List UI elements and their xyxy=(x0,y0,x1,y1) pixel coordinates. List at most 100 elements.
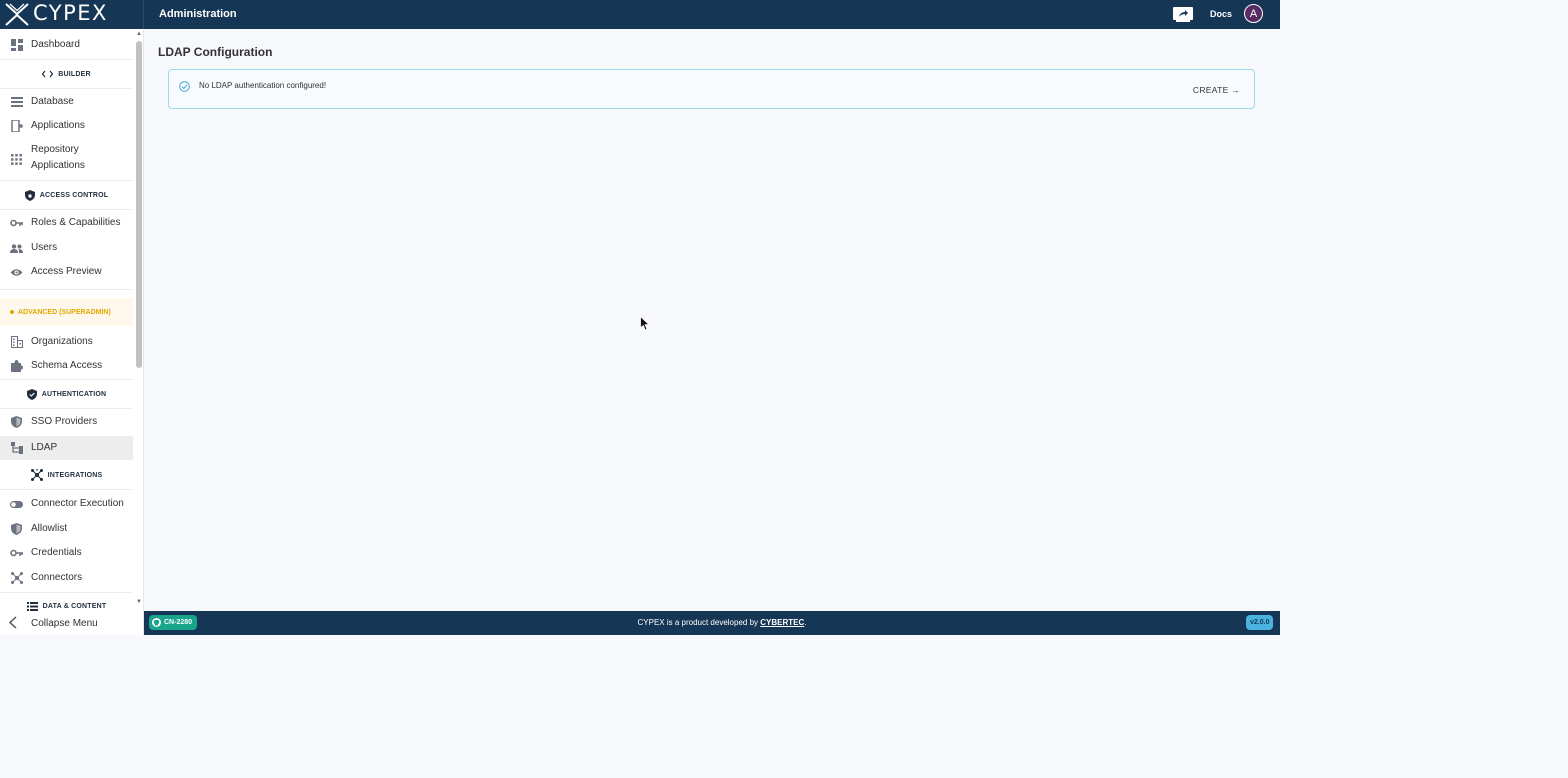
list-icon xyxy=(26,601,38,611)
chevron-left-icon xyxy=(8,616,18,632)
eye-icon xyxy=(10,266,23,279)
sidebar-item-label: Applications xyxy=(31,120,85,131)
sidebar-item-repository-applications[interactable]: Repository Applications xyxy=(0,142,133,176)
footer: CN-2280 CYPEX is a product developed by … xyxy=(144,611,1280,635)
section-data-content: DATA & CONTENT xyxy=(0,594,133,611)
sidebar-item-access-preview[interactable]: Access Preview xyxy=(0,260,133,284)
sidebar-item-credentials[interactable]: Credentials xyxy=(0,541,133,565)
alert-message: No LDAP authentication configured! xyxy=(199,81,327,90)
sidebar-item-ldap[interactable]: LDAP xyxy=(0,436,133,460)
version-badge: v2.0.0 xyxy=(1246,615,1274,630)
sidebar-item-roles[interactable]: Roles & Capabilities xyxy=(0,211,133,235)
toggle-icon xyxy=(10,498,23,511)
divider xyxy=(0,408,133,409)
section-label: ADVANCED (SUPERADMIN) xyxy=(18,308,111,316)
top-bar: CYPEX Administration Docs A xyxy=(0,0,1280,29)
sidebar-item-organizations[interactable]: Organizations xyxy=(0,330,133,354)
docs-link[interactable]: Docs xyxy=(1210,9,1232,19)
sidebar-item-label: Roles & Capabilities xyxy=(31,217,121,228)
sidebar-item-allowlist[interactable]: Allowlist xyxy=(0,517,133,541)
cypex-logo-icon xyxy=(5,3,29,26)
users-icon xyxy=(10,242,23,255)
footer-credit: CYPEX is a product developed by CYBERTEC… xyxy=(144,618,1300,627)
sidebar-item-applications[interactable]: Applications xyxy=(0,114,133,138)
divider xyxy=(0,379,133,380)
mouse-cursor-icon xyxy=(640,316,650,331)
footer-period: . xyxy=(804,618,807,627)
label-line-2: Applications xyxy=(31,160,85,171)
divider xyxy=(0,592,133,593)
sidebar-item-label: Database xyxy=(31,96,74,107)
section-label: AUTHENTICATION xyxy=(41,390,107,398)
divider xyxy=(0,88,133,89)
section-label: INTEGRATIONS xyxy=(47,471,103,479)
puzzle-icon xyxy=(10,360,23,373)
sidebar-item-connectors[interactable]: Connectors xyxy=(0,566,133,590)
section-access-control: ACCESS CONTROL xyxy=(0,183,133,207)
sidebar-scrollbar[interactable]: ▲ ▼ xyxy=(134,29,143,611)
scroll-down-arrow-icon[interactable]: ▼ xyxy=(136,599,142,605)
create-button[interactable]: CREATE → xyxy=(1193,85,1240,95)
sidebar-item-connector-execution[interactable]: Connector Execution xyxy=(0,492,133,516)
list-icon xyxy=(10,96,23,109)
code-icon xyxy=(42,70,54,78)
sidebar-item-dashboard[interactable]: Dashboard xyxy=(0,33,133,57)
divider xyxy=(143,0,144,29)
key-icon xyxy=(10,547,23,560)
collapse-menu-label: Collapse Menu xyxy=(31,617,98,629)
section-builder: BUILDER xyxy=(0,62,133,86)
sidebar-item-schema-access[interactable]: Schema Access xyxy=(0,354,133,378)
section-advanced: ADVANCED (SUPERADMIN) xyxy=(0,298,133,326)
section-label: BUILDER xyxy=(58,70,91,78)
building-icon xyxy=(10,336,23,349)
sidebar-item-label: Repository Applications xyxy=(31,142,85,174)
sidebar-item-label: Dashboard xyxy=(31,39,80,50)
collapse-menu-button[interactable]: Collapse Menu xyxy=(0,611,144,635)
divider xyxy=(0,489,133,490)
sidebar-item-database[interactable]: Database xyxy=(0,90,133,114)
sidebar-item-label: Users xyxy=(31,242,58,253)
section-integrations: INTEGRATIONS xyxy=(0,463,133,487)
app-title: Administration xyxy=(159,8,237,20)
sidebar-item-label: Allowlist xyxy=(31,523,68,534)
divider xyxy=(0,59,133,60)
page-title: LDAP Configuration xyxy=(158,45,273,59)
scroll-up-arrow-icon[interactable]: ▲ xyxy=(136,31,142,37)
avatar[interactable]: A xyxy=(1244,4,1263,23)
logo-text: CYPEX xyxy=(33,1,108,25)
sidebar-item-label: Organizations xyxy=(31,336,93,347)
divider xyxy=(0,209,133,210)
label-line-1: Repository xyxy=(31,144,79,155)
sidebar-item-label: SSO Providers xyxy=(31,416,98,427)
check-circle-icon xyxy=(179,79,190,97)
app-settings-icon xyxy=(10,120,23,133)
sidebar-item-label: Connector Execution xyxy=(31,498,124,509)
sidebar: Dashboard BUILDER Database Applications xyxy=(0,29,144,611)
shield-icon xyxy=(10,523,23,536)
sidebar-item-label: LDAP xyxy=(31,442,58,453)
sidebar-item-label: Access Preview xyxy=(31,266,102,277)
section-label: DATA & CONTENT xyxy=(42,602,107,610)
tree-icon xyxy=(10,442,23,455)
cybertec-link[interactable]: CYBERTEC xyxy=(760,618,804,627)
scroll-thumb[interactable] xyxy=(136,41,142,368)
hub-icon xyxy=(10,572,23,585)
dashboard-icon xyxy=(10,39,23,52)
divider xyxy=(0,289,133,290)
share-screen-icon[interactable] xyxy=(1173,7,1193,22)
sidebar-item-label: Credentials xyxy=(31,547,82,558)
section-label: ACCESS CONTROL xyxy=(39,191,109,199)
divider xyxy=(0,180,133,181)
sidebar-item-sso-providers[interactable]: SSO Providers xyxy=(0,410,133,434)
section-authentication: AUTHENTICATION xyxy=(0,382,133,406)
shield-lock-icon xyxy=(24,189,35,201)
sidebar-item-label: Schema Access xyxy=(31,360,103,371)
key-icon xyxy=(10,217,23,230)
footer-product-text: CYPEX is a product developed by xyxy=(637,618,759,627)
app-window: CYPEX Administration Docs A Dashboard BU… xyxy=(0,0,1280,635)
shield-check-icon xyxy=(26,388,37,400)
logo[interactable]: CYPEX xyxy=(0,0,143,29)
status-dot xyxy=(10,310,14,314)
hub-icon xyxy=(30,469,43,481)
sidebar-item-users[interactable]: Users xyxy=(0,236,133,260)
